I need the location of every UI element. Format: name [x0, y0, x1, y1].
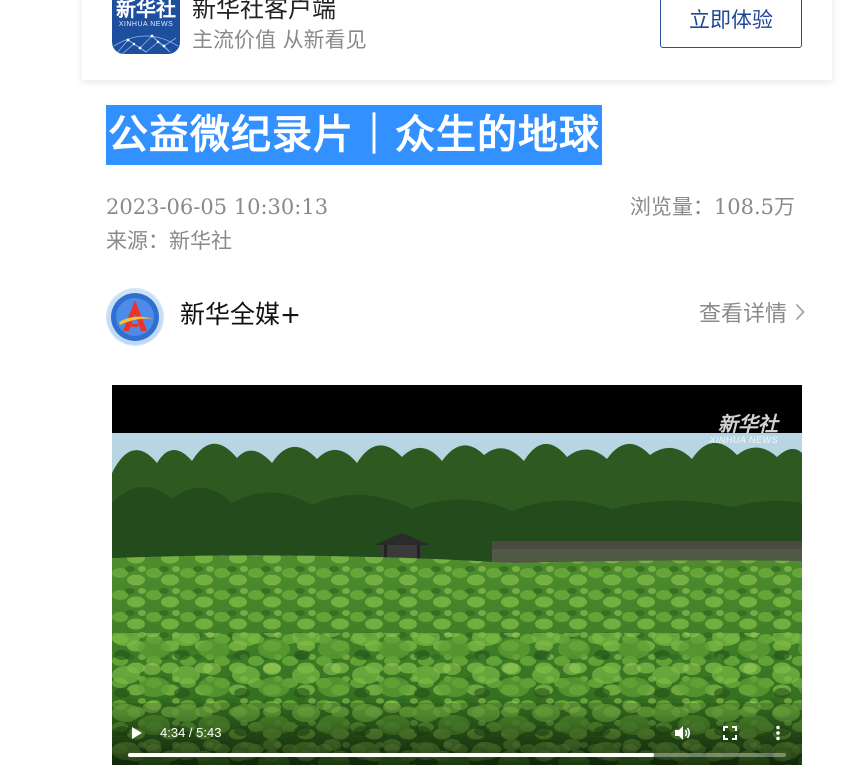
app-logo-text: 新华社 — [116, 0, 176, 21]
article-title-wrap: 公益微纪录片｜众生的地球 — [106, 105, 602, 165]
volume-button[interactable] — [672, 723, 692, 743]
view-details-label: 查看详情 — [698, 302, 787, 327]
video-player[interactable]: 新华社 XINHUA NEWS 4:34 / 5:43 — [112, 385, 802, 765]
try-now-button[interactable]: 立即体验 — [660, 0, 802, 48]
article-source: 来源：新华社 — [106, 229, 232, 253]
fullscreen-icon — [723, 726, 737, 740]
fullscreen-button[interactable] — [720, 723, 740, 743]
globe-network-icon — [113, 34, 179, 54]
volume-icon — [675, 726, 691, 740]
publish-time: 2023-06-05 10:30:13 — [106, 195, 329, 219]
publisher-avatar[interactable] — [107, 289, 163, 345]
video-progress-bar[interactable] — [128, 753, 786, 757]
video-controls: 4:34 / 5:43 — [112, 711, 802, 765]
view-count: 浏览量：108.5万 — [630, 193, 795, 221]
xinhua-quanmei-logo-icon — [107, 289, 163, 345]
app-download-banner: 新华社 XINHUA NEWS 新华社客户端 主流价值 从新看见 立即体验 — [82, 0, 832, 80]
view-details-link[interactable]: 查看详情 — [699, 299, 805, 331]
view-count-value: 108.5万 — [713, 195, 795, 219]
page: 新华社 XINHUA NEWS 新华社客户端 主流价值 从新看见 立即体验 公益… — [0, 0, 863, 770]
time-display: 4:34 / 5:43 — [160, 725, 222, 740]
xinhua-watermark: 新华社 XINHUA NEWS — [709, 413, 778, 445]
more-vertical-icon — [776, 725, 780, 741]
publisher-name[interactable]: 新华全媒+ — [180, 299, 301, 331]
watermark-sub-text: XINHUA NEWS — [709, 435, 778, 445]
more-options-button[interactable] — [768, 723, 788, 743]
watermark-main-text: 新华社 — [718, 412, 778, 436]
play-icon — [132, 727, 142, 739]
video-progress-fill — [128, 753, 654, 757]
chevron-right-icon — [795, 299, 805, 331]
view-count-label: 浏览量： — [629, 195, 714, 219]
app-name: 新华社客户端 — [192, 0, 336, 23]
app-slogan: 主流价值 从新看见 — [192, 28, 367, 52]
play-button[interactable] — [126, 723, 146, 743]
article-title: 公益微纪录片｜众生的地球 — [106, 105, 602, 165]
xinhua-app-logo-icon[interactable]: 新华社 XINHUA NEWS — [112, 0, 180, 54]
